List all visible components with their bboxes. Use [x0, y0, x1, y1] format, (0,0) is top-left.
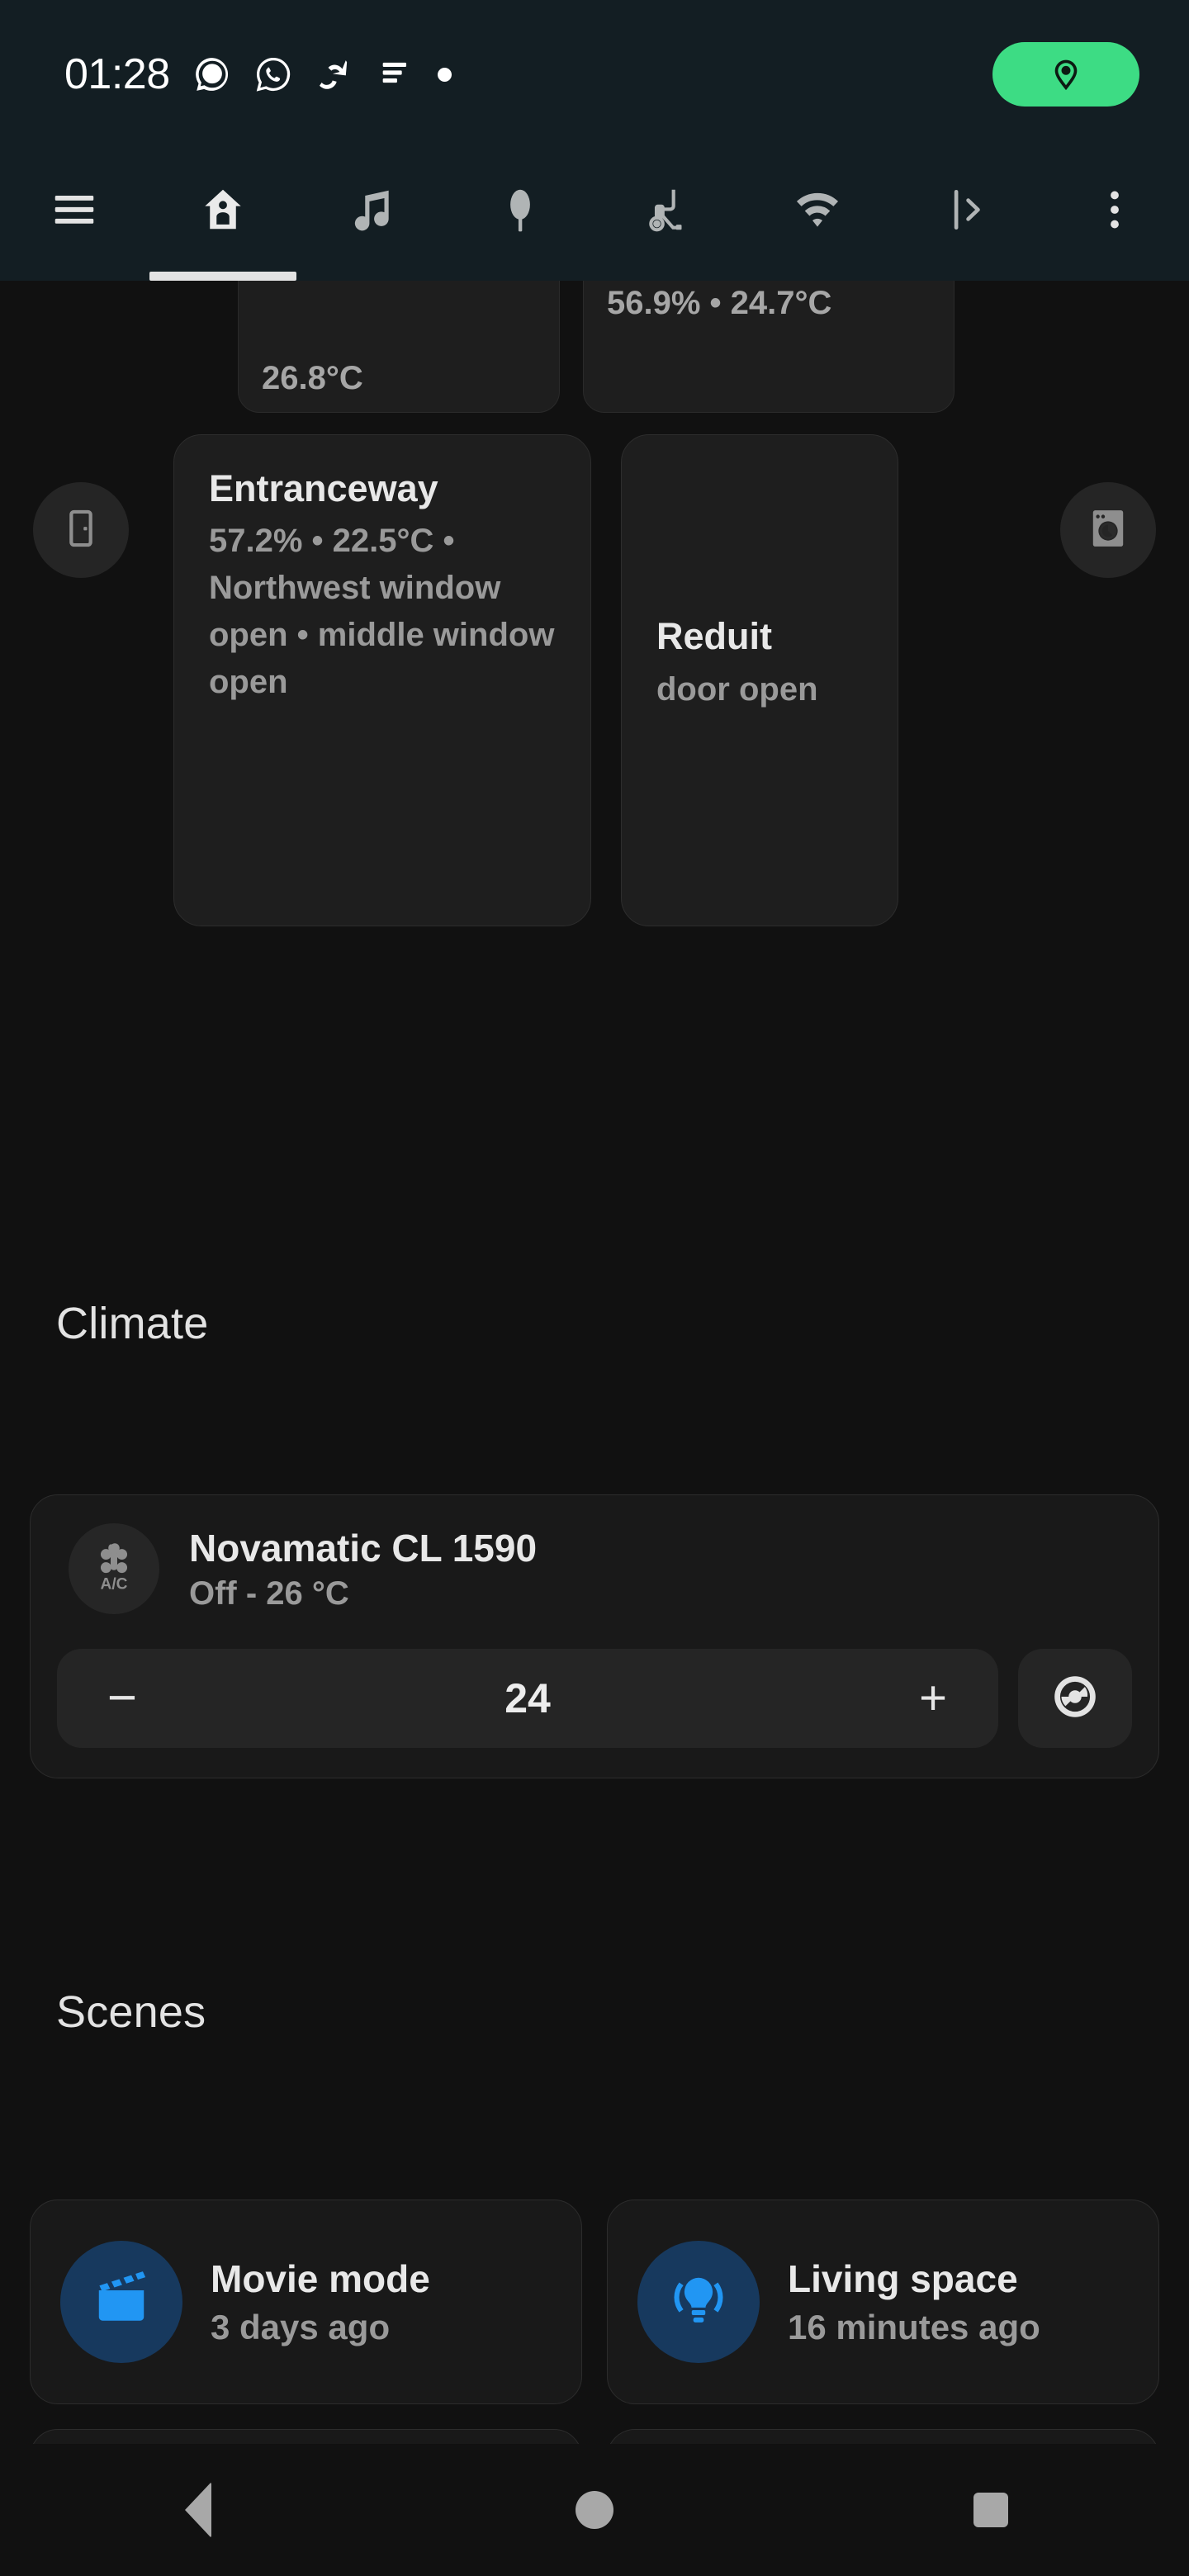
climate-card[interactable]: A/C Novamatic CL 1590 Off - 26 °C − 24 +	[30, 1494, 1159, 1778]
climate-device-name: Novamatic CL 1590	[189, 1527, 538, 1570]
notification-list-icon	[377, 55, 414, 93]
washing-machine-icon	[1085, 505, 1131, 556]
tab-media[interactable]	[297, 167, 446, 281]
section-title-scenes: Scenes	[56, 1987, 206, 2037]
area-card-entranceway[interactable]: Entranceway 57.2% • 22.5°C • Northwest w…	[173, 434, 591, 926]
status-bar-right	[992, 42, 1139, 107]
scene-badge	[637, 2241, 760, 2363]
nav-home-button[interactable]	[396, 2491, 793, 2529]
area-title: Entranceway	[209, 467, 438, 509]
triangle-back-icon	[185, 2482, 211, 2538]
nav-back-button[interactable]	[0, 2482, 396, 2538]
door-icon	[58, 505, 104, 556]
area-subtitle: door open	[656, 670, 818, 708]
area-subtitle: 57.2% • 22.5°C • Northwest window open •…	[209, 523, 555, 700]
signal-messenger-icon	[193, 55, 231, 93]
scene-time: 16 minutes ago	[788, 2307, 1040, 2346]
door-badge[interactable]	[33, 482, 129, 578]
scene-card-movie-mode[interactable]: Movie mode 3 days ago	[30, 2200, 582, 2404]
tab-bar	[0, 149, 1189, 281]
scene-card-sleep-time[interactable]: z z z Sleep time 20 hours ago	[607, 2429, 1159, 2444]
climate-device-state: Off - 26 °C	[189, 1574, 349, 1612]
climate-card-text: Novamatic CL 1590 Off - 26 °C	[189, 1525, 537, 1612]
section-title-climate: Climate	[56, 1299, 209, 1348]
scene-name: Living space	[788, 2257, 1018, 2301]
tab-garden[interactable]	[446, 167, 594, 281]
air-conditioner-icon: A/C	[83, 1537, 144, 1602]
climate-card-header: A/C Novamatic CL 1590 Off - 26 °C	[57, 1523, 1132, 1614]
dashboard-scroll-area[interactable]: 26.8°C 56.9% • 24.7°C Entranceway 57.2% …	[0, 281, 1189, 2444]
tab-network[interactable]	[743, 167, 892, 281]
washing-machine-badge[interactable]	[1060, 482, 1156, 578]
areas-clipped-row: 26.8°C 56.9% • 24.7°C	[0, 281, 1189, 413]
sync-icon	[315, 55, 353, 93]
music-note-icon	[346, 178, 397, 241]
area-title: Reduit	[656, 615, 772, 658]
tab-vacuum[interactable]	[594, 167, 743, 281]
climate-controls-row: − 24 +	[57, 1649, 1132, 1748]
areas-row: Entranceway 57.2% • 22.5°C • Northwest w…	[0, 434, 1189, 926]
wifi-icon	[792, 178, 843, 241]
temperature-increase-button[interactable]: +	[904, 1674, 962, 1722]
climate-section: A/C Novamatic CL 1590 Off - 26 °C − 24 +	[0, 1494, 1189, 1778]
climate-mode-button[interactable]	[1018, 1649, 1132, 1748]
scenes-grid: Movie mode 3 days ago Living space 16 mi…	[0, 2200, 1189, 2444]
air-conditioner-badge[interactable]: A/C	[69, 1523, 159, 1614]
scene-text: Movie mode 3 days ago	[211, 2256, 430, 2346]
whatsapp-icon	[254, 55, 292, 93]
code-chevron-icon	[940, 178, 992, 241]
scene-badge	[60, 2241, 182, 2363]
overflow-menu-button[interactable]	[1040, 167, 1189, 281]
area-card-clipped-2[interactable]: 56.9% • 24.7°C	[583, 281, 955, 413]
scene-time: 3 days ago	[211, 2307, 391, 2346]
square-recents-icon	[973, 2493, 1008, 2527]
tab-developer[interactable]	[892, 167, 1040, 281]
tab-home[interactable]	[149, 167, 297, 281]
more-vertical-icon	[1089, 178, 1140, 241]
location-status-pill[interactable]	[992, 42, 1139, 107]
status-clock: 01:28	[64, 50, 170, 98]
circle-home-icon	[576, 2491, 613, 2529]
scene-card-all-lights-off[interactable]: All lights off 16 minutes ago	[30, 2429, 582, 2444]
location-pin-icon	[1047, 54, 1085, 96]
scene-name: Movie mode	[211, 2257, 430, 2301]
vacuum-icon	[643, 178, 694, 241]
temperature-stepper[interactable]: − 24 +	[57, 1649, 998, 1748]
thermostat-gauge-icon	[1049, 1671, 1101, 1726]
tree-icon	[495, 178, 546, 241]
area-card-clipped-1[interactable]: 26.8°C	[238, 281, 560, 413]
lightbulb-on-icon	[667, 2269, 730, 2336]
scene-text: Living space 16 minutes ago	[788, 2256, 1040, 2346]
dot-indicator-icon	[437, 67, 452, 82]
status-bar: 01:28	[0, 0, 1189, 149]
sidebar-menu-button[interactable]	[0, 167, 149, 281]
active-tab-indicator	[149, 272, 296, 281]
area-card-reduit[interactable]: Reduit door open	[621, 434, 898, 926]
android-navigation-bar	[0, 2444, 1189, 2576]
hamburger-menu-icon	[49, 178, 100, 241]
svg-text:A/C: A/C	[101, 1575, 128, 1593]
movie-clapperboard-icon	[90, 2269, 153, 2336]
area-card-clipped-2-text: 56.9% • 24.7°C	[607, 285, 832, 321]
nav-recents-button[interactable]	[793, 2493, 1189, 2527]
area-card-clipped-1-text: 26.8°C	[262, 360, 363, 396]
home-icon	[197, 178, 249, 241]
status-bar-left: 01:28	[64, 53, 452, 96]
scene-card-living-space[interactable]: Living space 16 minutes ago	[607, 2200, 1159, 2404]
temperature-value: 24	[504, 1675, 551, 1721]
temperature-decrease-button[interactable]: −	[93, 1673, 151, 1724]
